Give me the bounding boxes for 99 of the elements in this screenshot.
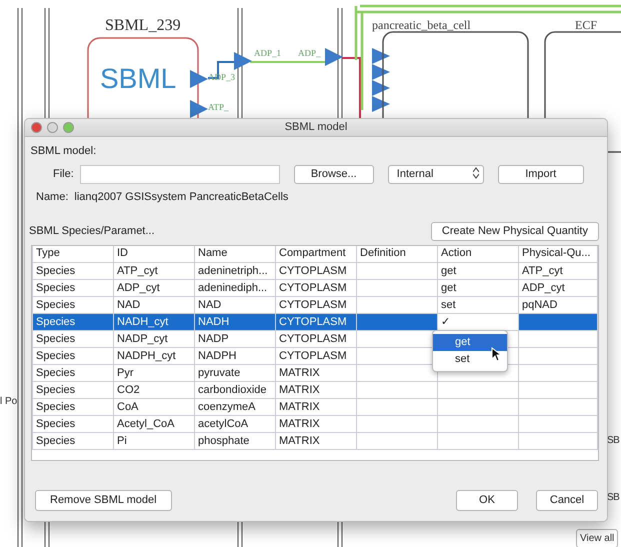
table-cell: CYTOPLASM	[279, 282, 347, 294]
column-header: Definition	[356, 246, 438, 262]
stepper-icon	[472, 166, 479, 178]
table-cell: MATRIX	[279, 418, 320, 430]
table-cell: carbondioxide	[198, 384, 266, 396]
port-icon	[372, 96, 390, 112]
table-cell: ADP_cyt	[522, 282, 565, 294]
table-cell: get	[441, 264, 456, 276]
port-icon	[372, 64, 390, 80]
port-icon	[190, 70, 208, 88]
table-cell: NAD	[198, 298, 222, 310]
minimize-icon[interactable]	[47, 122, 58, 133]
table-cell: NADPH	[198, 350, 237, 362]
table-cell: adeninetriph...	[198, 264, 268, 276]
table-cell: pqNAD	[522, 298, 558, 310]
table-row[interactable]: Species ATP_cyt adeninetriph... CYTOPLASM get ATP_cyt	[32, 262, 598, 280]
panel-label: SB	[607, 434, 620, 448]
table-cell: Species	[36, 298, 76, 310]
port-icon	[325, 48, 343, 66]
table-cell: ADP_cyt	[117, 282, 160, 294]
panel-label: SB	[607, 491, 620, 505]
table-row[interactable]: Species CO2 carbondioxide MATRIX	[32, 382, 598, 398]
port-icon	[234, 52, 252, 70]
port-label: ADP_1	[254, 48, 282, 58]
source-select[interactable]: Internal	[388, 164, 484, 184]
port-icon	[372, 48, 390, 64]
port-label: ADP_3	[208, 72, 236, 82]
column-header: Action	[438, 246, 518, 262]
table-cell: CO2	[117, 384, 140, 396]
table-row[interactable]: Species Pyr pyruvate MATRIX	[32, 364, 598, 382]
port-label: ADP_	[298, 48, 321, 58]
table-cell: Acetyl_CoA	[117, 418, 174, 430]
table-cell: NADH_cyt	[117, 316, 168, 328]
menu-option[interactable]: get	[433, 334, 507, 351]
port-icon	[372, 80, 390, 96]
column-header: ID	[114, 246, 194, 262]
table-cell: CYTOPLASM	[279, 298, 347, 310]
cursor-icon	[491, 347, 501, 362]
compartment-label: ECF	[575, 18, 598, 32]
column-header: Name	[194, 246, 276, 262]
column-header: Type	[32, 246, 114, 262]
table-row[interactable]: Species ADP_cyt adeninediph... CYTOPLASM get ADP_cyt	[32, 280, 598, 296]
table-cell: ATP_cyt	[117, 264, 158, 276]
table-cell: Species	[36, 264, 76, 276]
browse-button[interactable]: Browse...	[294, 164, 374, 184]
table-cell: CYTOPLASM	[279, 350, 347, 362]
cancel-button[interactable]: Cancel	[536, 490, 598, 511]
create-quantity-button[interactable]: Create New Physical Quantity	[430, 222, 599, 240]
table-cell: NADP_cyt	[117, 332, 168, 344]
table-cell: ATP_cyt	[522, 264, 563, 276]
table-cell: Species	[36, 332, 76, 344]
section-label: SBML model:	[30, 144, 98, 158]
logo: SBML	[100, 63, 176, 94]
table-cell: Species	[36, 418, 76, 430]
table-cell: Species	[36, 316, 76, 328]
field-label: File:	[53, 166, 74, 182]
table-cell: set	[441, 298, 456, 310]
model-label: SBML_239	[105, 17, 181, 34]
table-cell: CYTOPLASM	[279, 264, 347, 276]
table-cell: MATRIX	[279, 400, 320, 412]
remove-model-button[interactable]: Remove SBML model	[35, 490, 172, 511]
table-cell: MATRIX	[279, 384, 320, 396]
table-cell: NADPH_cyt	[117, 350, 176, 362]
table-cell: CYTOPLASM	[279, 332, 347, 344]
column-header: Compartment	[276, 246, 356, 262]
view-all-button[interactable]: View all	[576, 529, 618, 547]
table-row[interactable]: Species Pi phosphate MATRIX	[32, 432, 598, 450]
table-cell: NADH	[198, 316, 230, 328]
window-title: SBML model	[284, 121, 348, 134]
zoom-icon[interactable]	[63, 122, 74, 133]
table-cell: Species	[36, 282, 76, 294]
table-cell: Species	[36, 434, 76, 446]
table-cell: MATRIX	[279, 434, 320, 446]
table-cell: NAD	[117, 298, 140, 310]
table-cell: coenzymeA	[198, 400, 256, 412]
model-name: lianq2007 GSISsystem PancreaticBetaCells	[74, 190, 288, 205]
table-cell: adeninediph...	[198, 282, 268, 294]
table-cell: acetylCoA	[198, 418, 248, 430]
table-cell: phosphate	[198, 434, 250, 446]
table-cell: CoA	[117, 400, 138, 412]
table-cell: get	[441, 282, 456, 294]
table-label: SBML Species/Paramet...	[29, 224, 155, 239]
table-cell: Species	[36, 400, 76, 412]
ok-button[interactable]: OK	[456, 490, 518, 511]
action-editor[interactable]: ✓	[441, 316, 450, 328]
file-field[interactable]	[80, 164, 280, 184]
close-icon[interactable]	[31, 122, 42, 133]
table-cell: Species	[36, 350, 76, 362]
column-header: Physical-Qu...	[518, 246, 598, 262]
table-cell: CYTOPLASM	[279, 316, 347, 328]
table-cell: Pi	[117, 434, 127, 446]
port-label: ATP_	[208, 102, 229, 112]
table-cell: NADP	[198, 332, 229, 344]
compartment-label: pancreatic_beta_cell	[372, 18, 471, 32]
table-cell: Species	[36, 384, 76, 396]
table-row[interactable]: Species CoA coenzymeA MATRIX	[32, 398, 598, 416]
import-button[interactable]: Import	[498, 164, 584, 184]
table-row[interactable]: Species Acetyl_CoA acetylCoA MATRIX	[32, 416, 598, 432]
field-label: Name:	[36, 190, 68, 205]
